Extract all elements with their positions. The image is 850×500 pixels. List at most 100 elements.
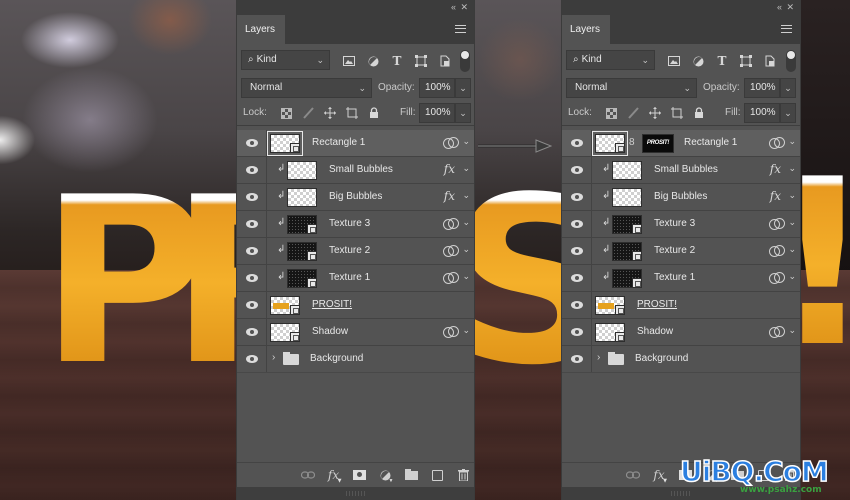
visibility-toggle[interactable] xyxy=(562,184,592,210)
chevron-down-icon[interactable]: ⌄ xyxy=(788,244,796,255)
layer-row[interactable]: ↲ Big Bubbles fx ⌄ xyxy=(237,184,474,211)
chevron-down-icon[interactable]: ⌄ xyxy=(462,136,470,147)
mask-thumbnail[interactable]: PROSIT! xyxy=(642,134,674,153)
blending-options-icon[interactable] xyxy=(443,272,459,284)
shape-filter-icon[interactable] xyxy=(734,52,758,70)
lock-image-pixels-icon[interactable] xyxy=(622,104,644,122)
blending-options-icon[interactable] xyxy=(443,326,459,338)
fx-badge-icon[interactable]: fx xyxy=(444,189,455,203)
layer-row[interactable]: Rectangle 1 ⌄ xyxy=(237,130,474,157)
fx-badge-icon[interactable]: fx xyxy=(770,189,781,203)
resize-grip[interactable] xyxy=(671,491,691,496)
layer-row[interactable]: ↲ Small Bubbles fx ⌄ xyxy=(562,157,800,184)
lock-position-icon[interactable] xyxy=(319,104,341,122)
layer-row[interactable]: ↲ Texture 1 ⌄ xyxy=(562,265,800,292)
expand-group-icon[interactable]: › xyxy=(272,352,275,363)
blending-options-icon[interactable] xyxy=(443,245,459,257)
filter-kind-select[interactable]: ⌕ Kind ⌄ xyxy=(241,50,330,70)
visibility-toggle[interactable] xyxy=(562,238,592,264)
panel-menu-icon[interactable] xyxy=(455,25,466,33)
blend-mode-select[interactable]: Normal ⌄ xyxy=(241,78,372,98)
image-filter-icon[interactable] xyxy=(337,52,361,70)
layer-row[interactable]: ↲ Texture 2 ⌄ xyxy=(562,238,800,265)
blending-options-icon[interactable] xyxy=(443,218,459,230)
tab-layers[interactable]: Layers xyxy=(562,15,610,44)
blending-options-icon[interactable] xyxy=(769,245,785,257)
lock-artboard-icon[interactable] xyxy=(341,104,363,122)
chevron-down-icon[interactable]: ⌄ xyxy=(462,244,470,255)
blending-options-icon[interactable] xyxy=(769,272,785,284)
visibility-toggle[interactable] xyxy=(237,346,267,372)
chevron-down-icon[interactable]: ⌄ xyxy=(788,217,796,228)
adjustment-filter-icon[interactable] xyxy=(361,52,385,70)
delete-icon[interactable] xyxy=(454,463,474,487)
fill-input[interactable]: 100% xyxy=(744,103,780,123)
fill-slider-button[interactable]: ⌄ xyxy=(780,103,796,123)
close-panel-icon[interactable]: ✕ xyxy=(786,2,794,12)
chevron-down-icon[interactable]: ⌄ xyxy=(788,271,796,282)
link-layers-icon[interactable] xyxy=(298,463,318,487)
blending-options-icon[interactable] xyxy=(769,326,785,338)
smart-object-filter-icon[interactable] xyxy=(758,52,782,70)
filter-toggle[interactable] xyxy=(786,50,796,72)
visibility-toggle[interactable] xyxy=(562,319,592,345)
tab-layers[interactable]: Layers xyxy=(237,15,285,44)
visibility-toggle[interactable] xyxy=(562,130,592,156)
fill-slider-button[interactable]: ⌄ xyxy=(455,103,471,123)
layer-row[interactable]: PROSIT! xyxy=(237,292,474,319)
type-filter-icon[interactable]: T xyxy=(385,52,409,70)
chevron-down-icon[interactable]: ⌄ xyxy=(462,163,470,174)
shape-filter-icon[interactable] xyxy=(409,52,433,70)
layer-row[interactable]: Shadow ⌄ xyxy=(562,319,800,346)
chevron-down-icon[interactable]: ⌄ xyxy=(462,217,470,228)
adjustment-layer-icon[interactable]: ▼ xyxy=(376,463,396,487)
resize-grip[interactable] xyxy=(345,491,366,496)
blend-mode-select[interactable]: Normal ⌄ xyxy=(566,78,697,98)
visibility-toggle[interactable] xyxy=(562,265,592,291)
visibility-toggle[interactable] xyxy=(237,184,267,210)
visibility-toggle[interactable] xyxy=(237,265,267,291)
chevron-down-icon[interactable]: ⌄ xyxy=(788,136,796,147)
visibility-toggle[interactable] xyxy=(562,157,592,183)
layer-row[interactable]: ↲ Texture 3 ⌄ xyxy=(237,211,474,238)
opacity-input[interactable]: 100% xyxy=(744,78,780,98)
new-group-icon[interactable] xyxy=(402,463,422,487)
add-mask-icon[interactable] xyxy=(350,463,370,487)
layer-row[interactable]: ↲ Small Bubbles fx ⌄ xyxy=(237,157,474,184)
layer-group-row[interactable]: › Background xyxy=(237,346,474,373)
panel-menu-icon[interactable] xyxy=(781,25,792,33)
visibility-toggle[interactable] xyxy=(237,238,267,264)
lock-image-pixels-icon[interactable] xyxy=(297,104,319,122)
expand-group-icon[interactable]: › xyxy=(597,352,600,363)
fx-badge-icon[interactable]: fx xyxy=(444,162,455,176)
chevron-down-icon[interactable]: ⌄ xyxy=(788,190,796,201)
chevron-down-icon[interactable]: ⌄ xyxy=(788,163,796,174)
layer-row[interactable]: ↲ Texture 1 ⌄ xyxy=(237,265,474,292)
visibility-toggle[interactable] xyxy=(237,157,267,183)
opacity-slider-button[interactable]: ⌄ xyxy=(780,78,796,98)
blending-options-icon[interactable] xyxy=(769,218,785,230)
chevron-down-icon[interactable]: ⌄ xyxy=(462,325,470,336)
lock-transparent-pixels-icon[interactable] xyxy=(275,104,297,122)
lock-artboard-icon[interactable] xyxy=(666,104,688,122)
lock-all-icon[interactable] xyxy=(363,104,385,122)
filter-kind-select[interactable]: ⌕ Kind ⌄ xyxy=(566,50,655,70)
layer-row[interactable]: 8 PROSIT! Rectangle 1 ⌄ xyxy=(562,130,800,157)
chevron-down-icon[interactable]: ⌄ xyxy=(788,325,796,336)
blending-options-icon[interactable] xyxy=(443,137,459,149)
layer-row[interactable]: Shadow ⌄ xyxy=(237,319,474,346)
filter-toggle[interactable] xyxy=(460,50,470,72)
type-filter-icon[interactable]: T xyxy=(710,52,734,70)
fx-icon[interactable]: fx ▼ xyxy=(649,463,669,487)
visibility-toggle[interactable] xyxy=(237,292,267,318)
lock-position-icon[interactable] xyxy=(644,104,666,122)
link-layers-icon[interactable] xyxy=(623,463,643,487)
layer-row[interactable]: PROSIT! xyxy=(562,292,800,319)
collapse-panel-icon[interactable]: « xyxy=(777,2,782,12)
fx-badge-icon[interactable]: fx xyxy=(770,162,781,176)
blending-options-icon[interactable] xyxy=(769,137,785,149)
adjustment-filter-icon[interactable] xyxy=(686,52,710,70)
visibility-toggle[interactable] xyxy=(237,211,267,237)
opacity-input[interactable]: 100% xyxy=(419,78,455,98)
visibility-toggle[interactable] xyxy=(562,346,592,372)
